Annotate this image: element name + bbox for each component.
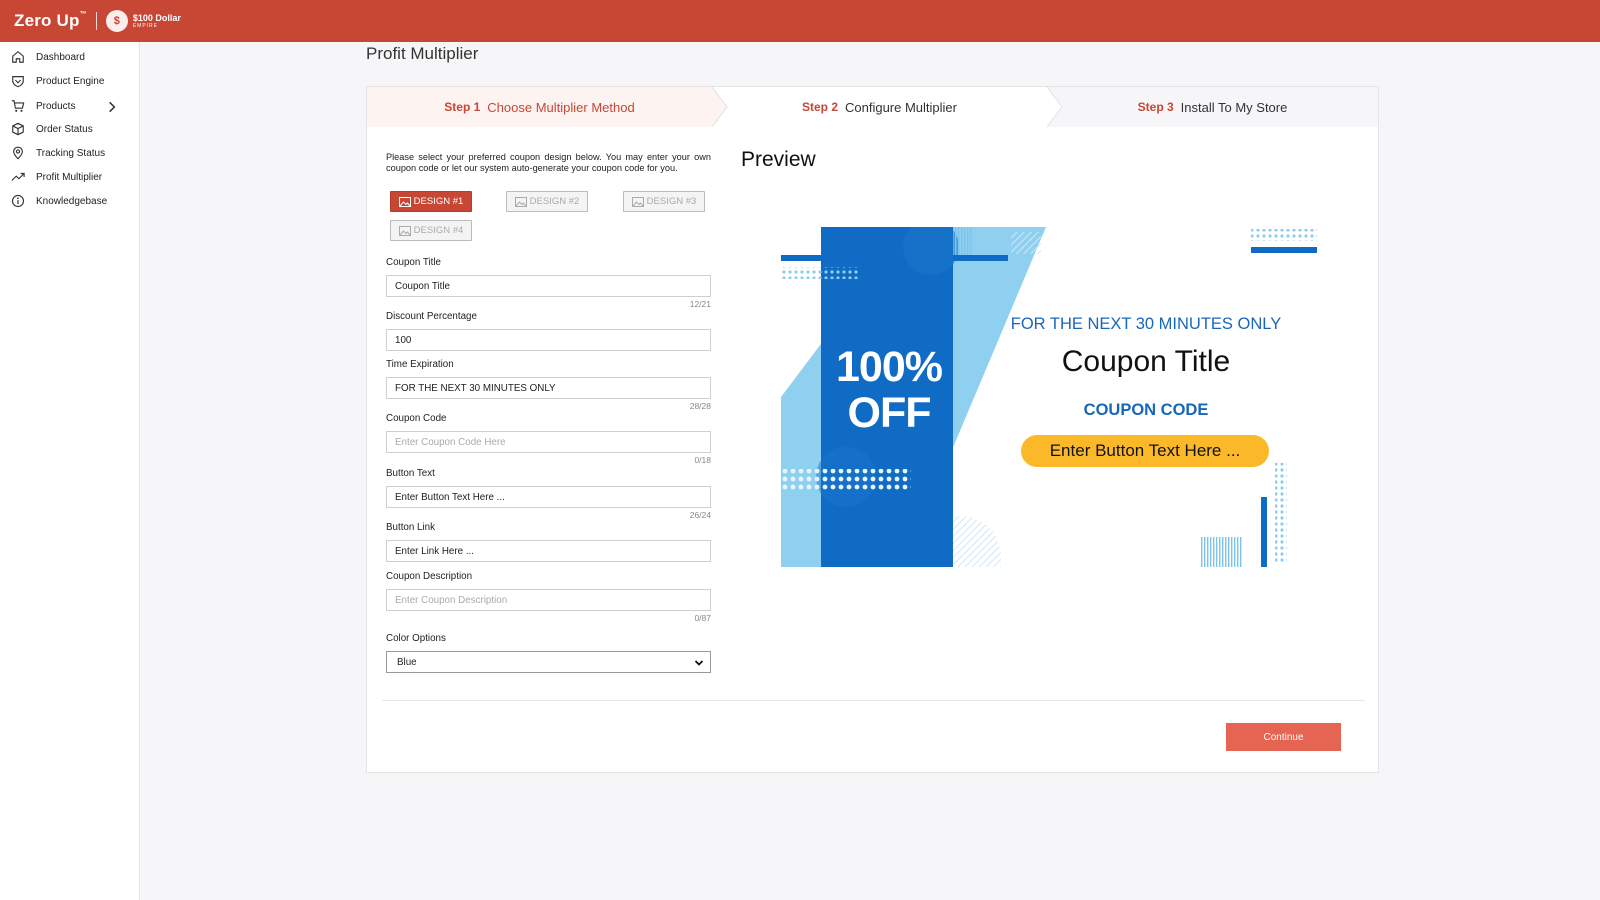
partner-logo: $ $100 Dollar EMPIRE (105, 10, 181, 32)
button-link-input[interactable] (386, 540, 711, 562)
step-number: Step 2 (801, 100, 838, 114)
sidebar-item-label: Profit Multiplier (36, 171, 103, 183)
button-text-label: Button Text (386, 468, 435, 479)
page-title: Profit Multiplier (366, 44, 479, 63)
time-expiration-char-count: 28/28 (689, 401, 711, 411)
design-label: DESIGN #4 (413, 225, 464, 236)
coupon-discount-text: 100% OFF (823, 344, 955, 436)
coupon-discount-off: OFF (847, 389, 932, 437)
step-chevron-divider (1047, 87, 1063, 127)
coupon-preview: 100% OFF FOR THE NEXT 30 MINUTES ONLY Co… (781, 227, 1321, 567)
partner-subname: EMPIRE (132, 22, 158, 29)
time-expiration-input[interactable] (386, 377, 711, 399)
button-text-input[interactable] (386, 486, 711, 508)
trending-up-icon (11, 172, 25, 181)
shield-icon (12, 76, 24, 88)
home-icon (12, 51, 24, 63)
chevron-down-icon (694, 660, 704, 666)
design-label: DESIGN #1 (413, 196, 464, 207)
coupon-description-input[interactable] (386, 589, 711, 611)
sidebar-item-label: Tracking Status (36, 147, 106, 159)
step-number: Step 3 (1137, 100, 1174, 114)
step-label: Install To My Store (1180, 99, 1288, 115)
step-label: Choose Multiplier Method (487, 99, 635, 115)
sidebar-item-product-engine[interactable]: Product Engine (0, 70, 140, 92)
logo-divider (95, 12, 97, 30)
design-2-button[interactable]: DESIGN #2 (506, 191, 588, 212)
design-label: DESIGN #2 (529, 196, 580, 207)
step-chevron-divider (712, 87, 728, 127)
sidebar-item-tracking-status[interactable]: Tracking Status (0, 142, 140, 164)
color-options-label: Color Options (386, 633, 446, 644)
coupon-description-label: Coupon Description (386, 571, 473, 582)
intro-text: Please select your preferred coupon desi… (386, 152, 711, 173)
sidebar-item-label: Products (36, 100, 76, 112)
coupon-title-label: Coupon Title (386, 257, 442, 268)
cart-icon (11, 100, 25, 112)
step-3-install[interactable]: Step 3 Install To My Store (1047, 87, 1378, 127)
coupon-subtitle: FOR THE NEXT 30 MINUTES ONLY (1010, 315, 1282, 333)
sidebar-item-profit-multiplier[interactable]: Profit Multiplier (0, 166, 140, 188)
sidebar-item-order-status[interactable]: Order Status (0, 118, 140, 140)
coupon-title-char-count: 12/21 (689, 299, 711, 309)
coupon-cta-button[interactable]: Enter Button Text Here ... (1021, 435, 1269, 467)
discount-percentage-label: Discount Percentage (386, 311, 477, 322)
coupon-code: COUPON CODE (1083, 401, 1209, 419)
sidebar-item-dashboard[interactable]: Dashboard (0, 46, 140, 68)
sidebar-item-products[interactable]: Products (0, 95, 140, 117)
brand-name: Zero Up (14, 11, 80, 30)
coupon-title-input[interactable] (386, 275, 711, 297)
color-options-value: Blue (397, 656, 417, 668)
image-icon (398, 225, 411, 236)
coupon-code-input[interactable] (386, 431, 711, 453)
divider (382, 700, 1365, 701)
button-link-label: Button Link (386, 522, 436, 533)
coupon-title: Coupon Title (1061, 345, 1231, 378)
step-label: Configure Multiplier (845, 99, 957, 115)
coupon-discount-percent: 100% (836, 343, 943, 391)
design-label: DESIGN #3 (646, 196, 697, 207)
image-icon (631, 196, 644, 207)
box-icon (12, 122, 24, 136)
sidebar: Dashboard Product Engine Products Order … (0, 42, 140, 900)
partner-name: $100 Dollar (132, 12, 181, 23)
sidebar-item-label: Dashboard (36, 51, 85, 63)
sidebar-item-label: Knowledgebase (36, 195, 108, 207)
continue-button[interactable]: Continue (1226, 723, 1341, 751)
image-icon (398, 196, 411, 207)
time-expiration-label: Time Expiration (386, 359, 454, 370)
top-bar: Zero Up™ $ $100 Dollar EMPIRE (0, 0, 1600, 42)
chevron-right-icon[interactable] (105, 100, 119, 114)
design-4-button[interactable]: DESIGN #4 (390, 220, 472, 241)
color-options-select[interactable]: Blue (386, 651, 711, 673)
image-icon (514, 196, 527, 207)
zero-up-logo[interactable]: Zero Up™ (14, 11, 87, 31)
design-1-button[interactable]: DESIGN #1 (390, 191, 472, 212)
design-3-button[interactable]: DESIGN #3 (623, 191, 705, 212)
coupon-code-label: Coupon Code (386, 413, 447, 424)
location-pin-icon (13, 146, 23, 160)
sidebar-item-knowledgebase[interactable]: Knowledgebase (0, 190, 140, 212)
step-2-configure[interactable]: Step 2 Configure Multiplier (712, 87, 1047, 127)
coupon-description-char-count: 0/87 (694, 613, 711, 623)
coupon-code-char-count: 0/18 (694, 455, 711, 465)
sidebar-item-label: Product Engine (36, 75, 105, 87)
step-number: Step 1 (444, 100, 481, 114)
button-text-char-count: 26/24 (689, 510, 711, 520)
step-progress-bar: Step 3 Install To My Store Step 2 Config… (367, 87, 1378, 127)
step-1-choose-method[interactable]: Step 1 Choose Multiplier Method (367, 87, 712, 127)
preview-title: Preview (741, 148, 816, 171)
discount-percentage-input[interactable] (386, 329, 711, 351)
multiplier-card: Step 3 Install To My Store Step 2 Config… (366, 86, 1379, 773)
dollar-badge-icon: $ (105, 10, 128, 32)
info-icon (11, 194, 25, 208)
sidebar-item-label: Order Status (36, 123, 93, 135)
